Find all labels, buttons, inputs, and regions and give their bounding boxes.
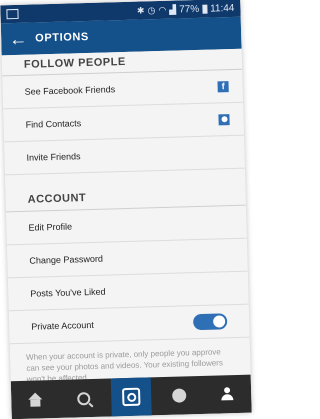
contacts-icon bbox=[218, 113, 230, 125]
phone-screen: ✱ ◷ ◠ ▟ 77% 11:44 ← OPTIONS FOLLOW PEOPL… bbox=[0, 0, 252, 419]
find-contacts-label: Find Contacts bbox=[25, 118, 82, 130]
activity-icon bbox=[172, 388, 187, 403]
see-facebook-friends-label: See Facebook Friends bbox=[24, 84, 116, 97]
private-account-label: Private Account bbox=[31, 319, 94, 332]
clock-time: 11:44 bbox=[209, 2, 235, 15]
options-list: FOLLOW PEOPLE See Facebook Friends f Fin… bbox=[1, 48, 251, 390]
tab-activity[interactable] bbox=[159, 376, 200, 415]
tab-home[interactable] bbox=[15, 380, 56, 419]
bluetooth-icon: ✱ bbox=[136, 4, 145, 16]
toggle-knob bbox=[213, 315, 226, 328]
signal-icon: ▟ bbox=[169, 4, 177, 15]
profile-icon bbox=[220, 387, 234, 401]
facebook-icon: f bbox=[217, 80, 229, 92]
edit-profile-label: Edit Profile bbox=[28, 221, 73, 233]
tab-search[interactable] bbox=[63, 379, 104, 418]
search-icon bbox=[76, 391, 90, 405]
bottom-nav bbox=[10, 374, 252, 419]
tab-camera[interactable] bbox=[110, 377, 152, 417]
home-icon bbox=[28, 392, 43, 407]
back-arrow-icon[interactable]: ← bbox=[9, 29, 31, 49]
camera-icon bbox=[122, 387, 141, 407]
battery-percent: 77% bbox=[178, 3, 200, 15]
tab-profile[interactable] bbox=[207, 375, 248, 414]
page-title: OPTIONS bbox=[35, 30, 90, 45]
invite-friends-label: Invite Friends bbox=[26, 151, 81, 163]
alarm-icon: ◷ bbox=[147, 4, 156, 15]
wifi-icon: ◠ bbox=[158, 4, 167, 15]
change-password-label: Change Password bbox=[29, 253, 104, 266]
battery-icon bbox=[202, 4, 208, 14]
private-account-toggle[interactable] bbox=[192, 313, 228, 331]
notification-icon bbox=[6, 8, 19, 20]
posts-youve-liked-label: Posts You've Liked bbox=[30, 286, 106, 299]
